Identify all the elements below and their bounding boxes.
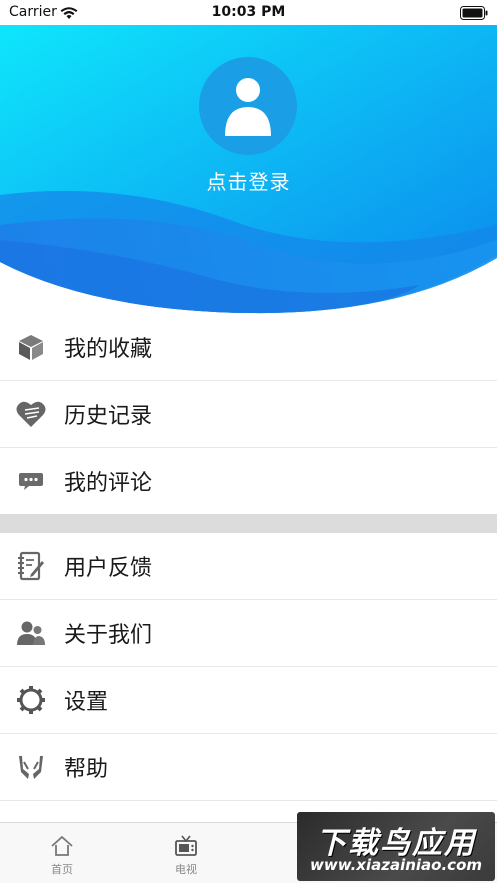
clock: 10:03 PM <box>211 4 286 20</box>
watermark-logo: 下载鸟应用 www.xiazainiao.com <box>297 812 495 881</box>
battery-icon <box>460 5 488 24</box>
home-icon <box>50 835 74 861</box>
user-icon <box>225 78 271 136</box>
profile-header: Carrier 10:03 PM 点击登录 <box>0 0 497 320</box>
help-icon <box>16 752 46 782</box>
status-bar: Carrier 10:03 PM <box>0 0 497 25</box>
menu-label: 帮助 <box>64 757 109 782</box>
avatar[interactable] <box>199 57 297 155</box>
menu-label: 设置 <box>64 690 109 715</box>
watermark-url: www.xiazainiao.com <box>309 856 483 874</box>
tab-label: 电视 <box>175 863 197 876</box>
feedback-icon <box>16 551 46 581</box>
menu-label: 用户反馈 <box>64 556 153 581</box>
heart-icon <box>16 399 46 429</box>
menu-item-about[interactable]: 关于我们 <box>0 600 497 667</box>
menu-label: 我的评论 <box>64 471 153 496</box>
tab-home[interactable]: 首页 <box>22 823 102 883</box>
menu-group-secondary: 用户反馈 关于我们 设置 帮助 <box>0 533 497 801</box>
menu-group-primary: 我的收藏 历史记录 我的评论 <box>0 314 497 515</box>
menu-label: 历史记录 <box>64 404 153 429</box>
tv-icon <box>174 835 198 861</box>
menu-item-favorites[interactable]: 我的收藏 <box>0 314 497 381</box>
menu-item-help[interactable]: 帮助 <box>0 734 497 801</box>
tab-tv[interactable]: 电视 <box>146 823 226 883</box>
comment-icon <box>16 466 46 496</box>
menu-item-feedback[interactable]: 用户反馈 <box>0 533 497 600</box>
menu-item-history[interactable]: 历史记录 <box>0 381 497 448</box>
gear-icon <box>16 685 46 715</box>
header-wave-background <box>0 25 497 314</box>
cube-icon <box>16 332 46 362</box>
login-link[interactable]: 点击登录 <box>0 166 497 195</box>
menu-label: 关于我们 <box>64 623 153 648</box>
users-icon <box>16 618 46 648</box>
menu-item-settings[interactable]: 设置 <box>0 667 497 734</box>
section-separator <box>0 514 497 533</box>
menu-label: 我的收藏 <box>64 337 153 362</box>
menu-item-comments[interactable]: 我的评论 <box>0 448 497 515</box>
tab-label: 首页 <box>51 863 73 876</box>
